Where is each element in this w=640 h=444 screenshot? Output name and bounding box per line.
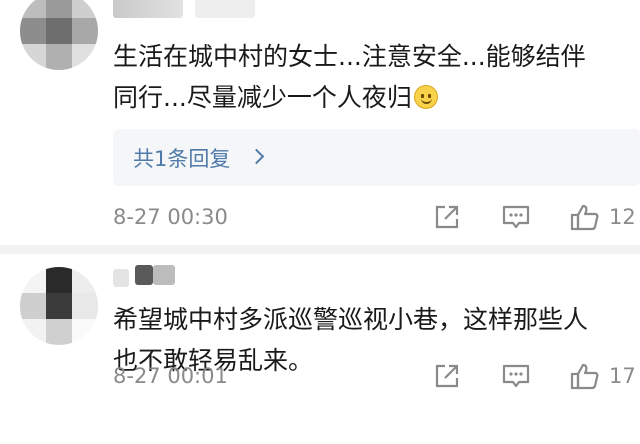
comment-timestamp: 8-27 00:01 — [113, 364, 228, 388]
share-icon[interactable] — [432, 202, 462, 232]
chevron-right-icon — [248, 148, 265, 165]
username-redaction — [113, 0, 183, 18]
reply-summary[interactable]: 共1条回复 — [113, 129, 640, 186]
comment-separator — [0, 245, 640, 254]
comment-text-line: 同行...尽量减少一个人夜归 — [113, 77, 633, 118]
username-redaction — [113, 269, 129, 287]
avatar[interactable] — [20, 0, 98, 70]
smile-emoji — [413, 85, 438, 109]
comment-icon[interactable] — [501, 361, 531, 391]
like-count: 17 — [609, 364, 636, 388]
comment-text-line: 生活在城中村的女士...注意安全...能够结伴 — [113, 42, 586, 71]
comment-timestamp: 8-27 00:30 — [113, 205, 228, 229]
view-replies-link[interactable]: 共1条回复 — [133, 143, 230, 173]
comment-item: 希望城中村多派巡警巡视小巷，这样那些人 也不敢轻易乱来。 8-27 00:01 … — [0, 255, 640, 444]
comment-text-line: 希望城中村多派巡警巡视小巷，这样那些人 — [113, 305, 589, 334]
username-redaction — [195, 0, 255, 18]
username-redaction — [153, 265, 175, 285]
share-icon[interactable] — [432, 361, 462, 391]
like-count: 12 — [609, 205, 636, 229]
avatar[interactable] — [20, 267, 98, 345]
username-redaction — [135, 265, 153, 285]
like-icon[interactable] — [570, 361, 600, 391]
comment-icon[interactable] — [501, 202, 531, 232]
comment-item: 生活在城中村的女士...注意安全...能够结伴 同行...尽量减少一个人夜归 共… — [0, 0, 640, 246]
like-icon[interactable] — [570, 202, 600, 232]
comment-text: 生活在城中村的女士...注意安全...能够结伴 同行...尽量减少一个人夜归 — [113, 36, 633, 118]
comment-text-line-2: 同行...尽量减少一个人夜归 — [113, 83, 412, 112]
